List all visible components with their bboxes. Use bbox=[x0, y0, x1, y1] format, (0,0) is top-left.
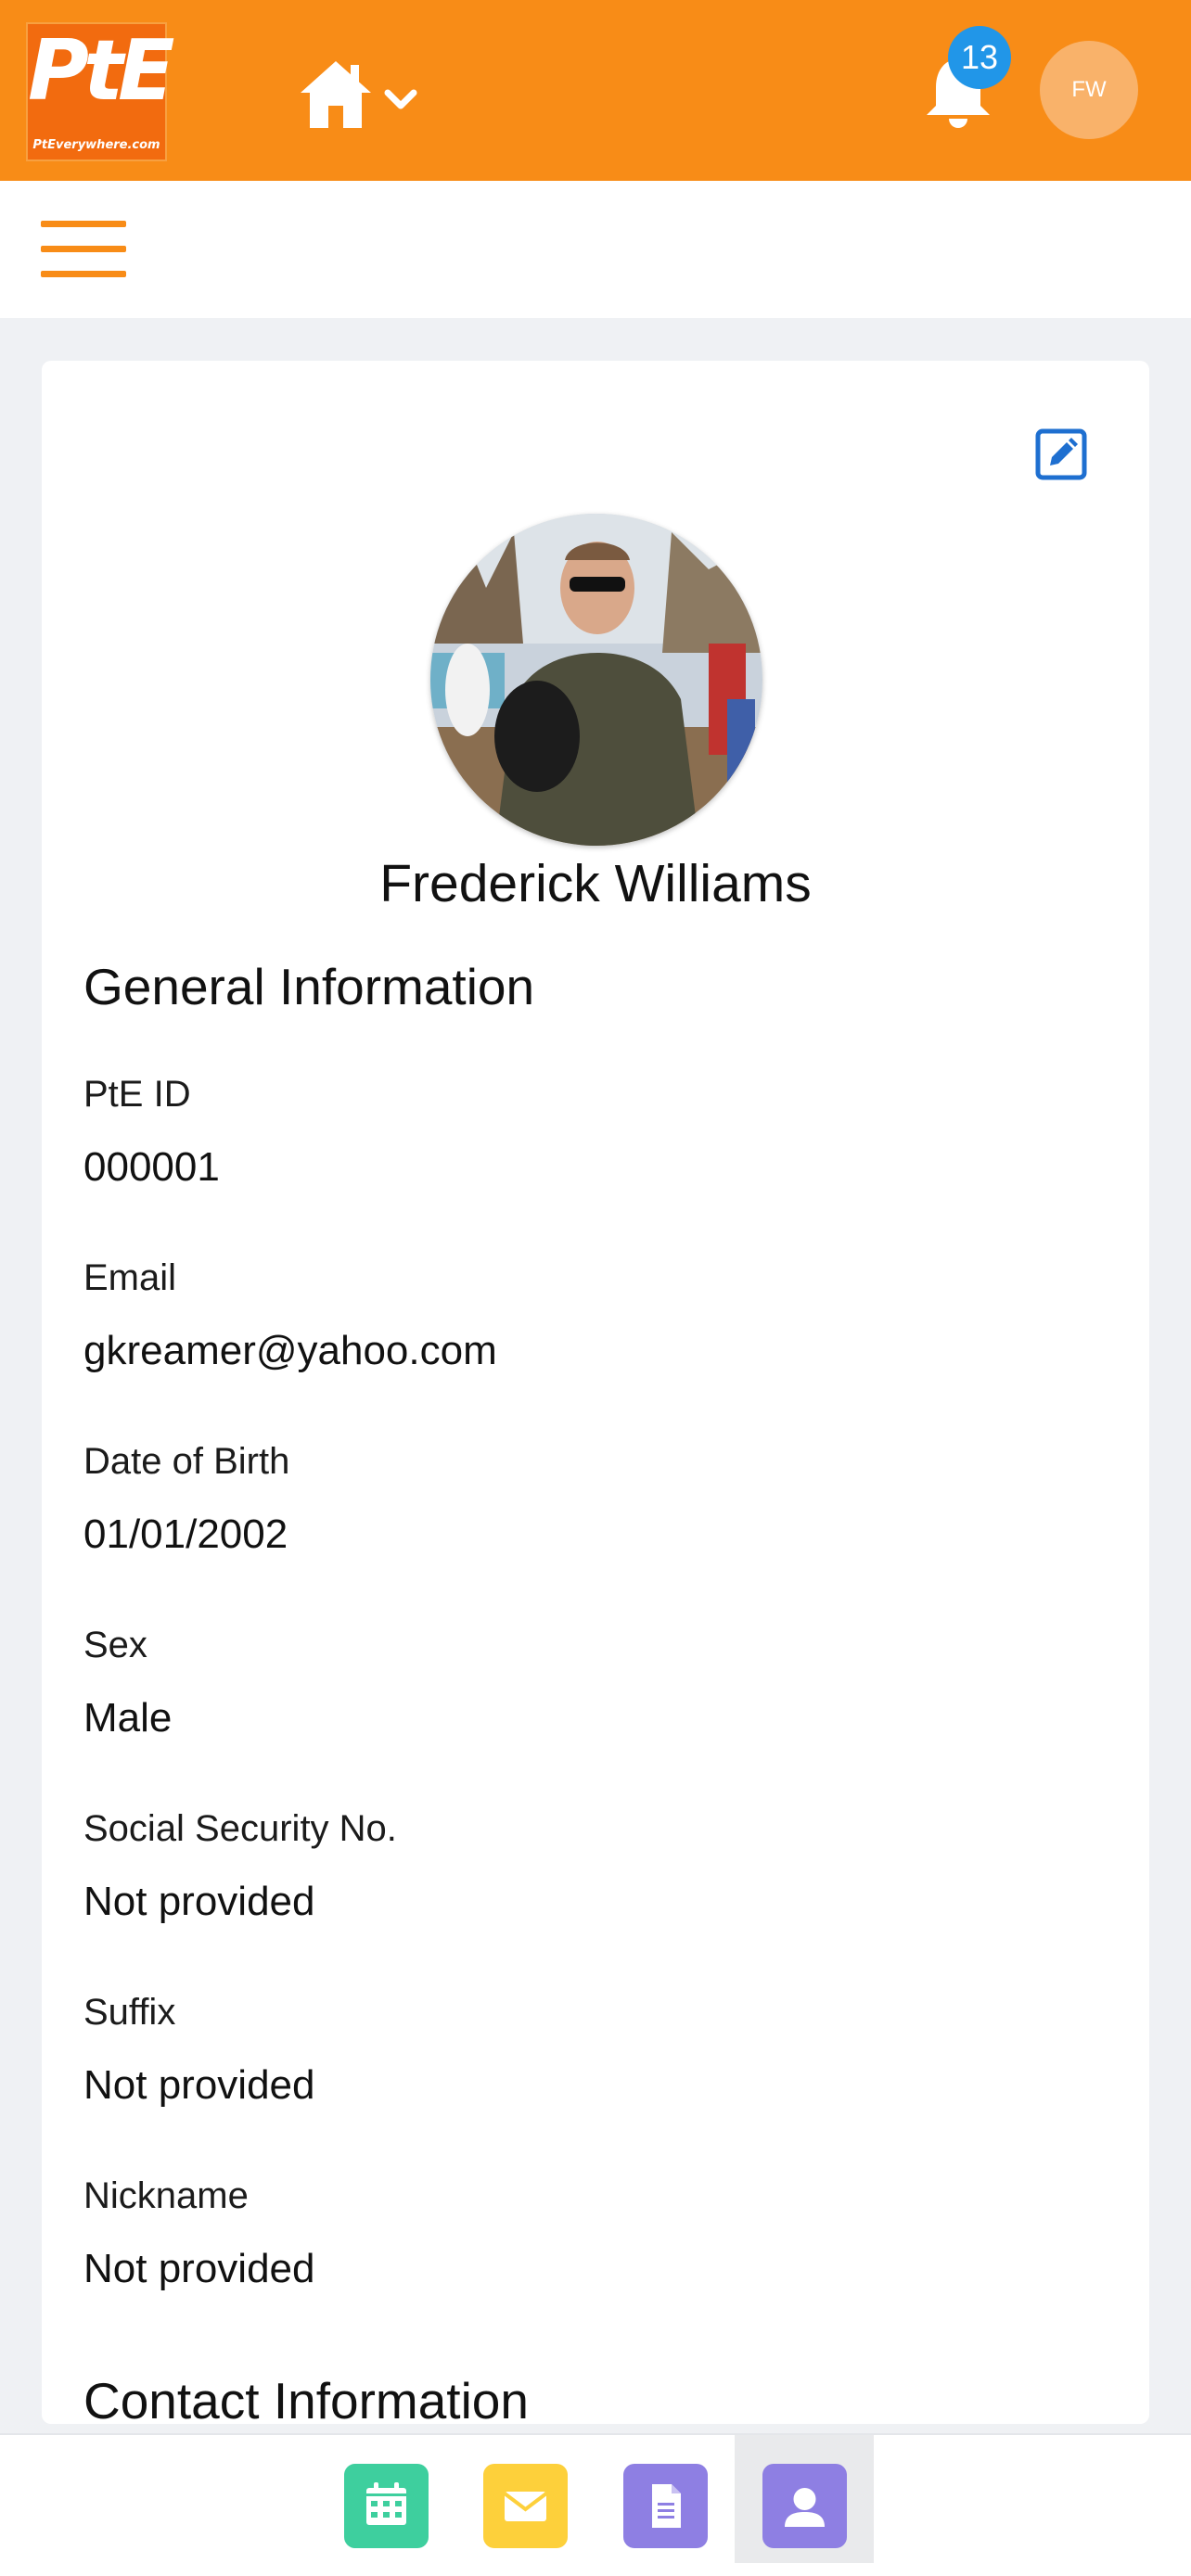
profile-name: Frederick Williams bbox=[379, 854, 812, 913]
documents-tab[interactable] bbox=[623, 2464, 708, 2548]
top-app-bar: PtE PtEverywhere.com 13 FW bbox=[0, 0, 1191, 181]
notification-count-badge[interactable]: 13 bbox=[948, 26, 1011, 89]
contact-information-heading: Contact Information bbox=[83, 2372, 529, 2429]
logo-tagline: PtEverywhere.com bbox=[32, 138, 160, 152]
pte-id-value: 000001 bbox=[83, 1144, 220, 1190]
user-avatar[interactable]: FW bbox=[1040, 41, 1138, 139]
suffix-value: Not provided bbox=[83, 2062, 315, 2108]
chevron-down-icon bbox=[384, 89, 417, 109]
user-icon bbox=[785, 2488, 825, 2527]
calendar-tab[interactable] bbox=[344, 2464, 429, 2548]
sex-label: Sex bbox=[83, 1625, 147, 1665]
profile-photo bbox=[430, 514, 762, 846]
suffix-label: Suffix bbox=[83, 1992, 176, 2033]
ssn-label: Social Security No. bbox=[83, 1808, 397, 1849]
pte-logo[interactable]: PtE PtEverywhere.com bbox=[26, 22, 174, 161]
logo-mark: PtE bbox=[28, 22, 174, 120]
email-label: Email bbox=[83, 1257, 177, 1298]
envelope-icon bbox=[503, 2492, 548, 2521]
nickname-value: Not provided bbox=[83, 2246, 315, 2291]
general-information-heading: General Information bbox=[83, 958, 535, 1015]
messages-tab[interactable] bbox=[483, 2464, 568, 2548]
sub-header bbox=[0, 181, 1191, 318]
date-of-birth-value: 01/01/2002 bbox=[83, 1511, 288, 1557]
hamburger-menu-icon[interactable] bbox=[41, 221, 126, 278]
edit-profile-button[interactable] bbox=[1035, 428, 1087, 480]
sex-value: Male bbox=[83, 1695, 173, 1741]
nickname-label: Nickname bbox=[83, 2175, 249, 2216]
email-value: gkreamer@yahoo.com bbox=[83, 1328, 497, 1373]
bottom-navigation bbox=[0, 2433, 1191, 2576]
profile-tab[interactable] bbox=[762, 2464, 847, 2548]
home-menu-button[interactable] bbox=[299, 57, 425, 132]
calendar-icon bbox=[366, 2482, 406, 2525]
date-of-birth-label: Date of Birth bbox=[83, 1441, 290, 1482]
pte-id-label: PtE ID bbox=[83, 1074, 191, 1115]
home-icon bbox=[301, 61, 371, 128]
document-icon bbox=[652, 2484, 681, 2528]
edit-icon bbox=[1035, 428, 1087, 480]
ssn-value: Not provided bbox=[83, 1879, 315, 1924]
